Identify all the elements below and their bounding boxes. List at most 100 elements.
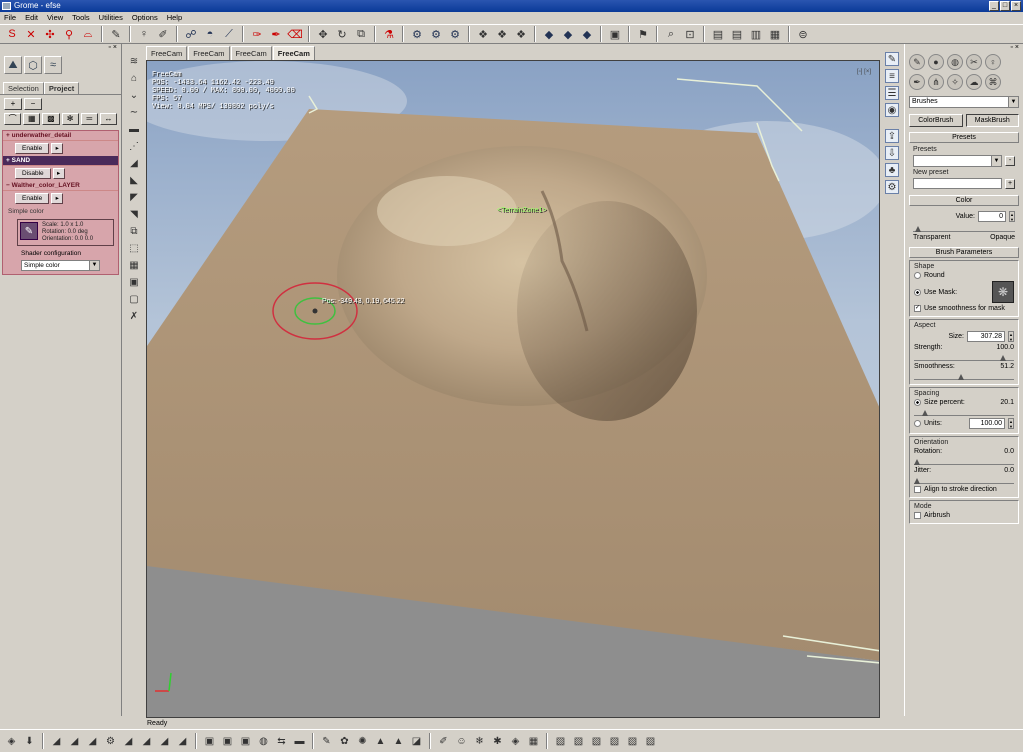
maximize-button[interactable]: □ xyxy=(1000,1,1010,11)
viewport-close-icon[interactable]: [×] xyxy=(864,69,871,75)
image-a-icon[interactable]: ▧ xyxy=(553,734,568,749)
3d-viewport[interactable]: FreeCam POS: -1433.64 1162.42 -223.49 SP… xyxy=(146,60,880,718)
smudge-icon[interactable]: ☁ xyxy=(966,74,982,90)
tab-freecam-1[interactable]: FreeCam xyxy=(146,46,188,60)
paint-a-icon[interactable]: ✎ xyxy=(319,734,334,749)
menu-options[interactable]: Options xyxy=(132,12,158,24)
import-icon[interactable]: ⇩ xyxy=(885,146,899,160)
raise-terrain-icon[interactable]: ⌂ xyxy=(127,71,141,85)
doc-c-icon[interactable]: ▥ xyxy=(748,26,764,42)
object-a-icon[interactable]: ✐ xyxy=(436,734,451,749)
flatten-terrain-icon[interactable]: ▬ xyxy=(127,122,141,136)
layer-header-sand[interactable]: + SAND xyxy=(3,156,118,166)
group-b-icon[interactable]: ❖ xyxy=(494,26,510,42)
stack-icon[interactable]: ☰ xyxy=(885,86,899,100)
pick-tool-icon[interactable]: ⚲ xyxy=(61,26,77,42)
layer-filter-a-icon[interactable]: ⌒ xyxy=(4,113,22,125)
rotation-slider[interactable] xyxy=(914,457,1014,465)
remove-preset-button[interactable]: - xyxy=(1005,156,1015,166)
terrain-g-icon[interactable]: ◢ xyxy=(157,734,172,749)
layer-options-icon[interactable]: ▸ xyxy=(51,143,64,154)
units-spinner[interactable]: ▲ ▼ xyxy=(1008,418,1014,429)
stamp-icon[interactable]: ⌘ xyxy=(985,74,1001,90)
menu-edit[interactable]: Edit xyxy=(25,12,38,24)
terrain-tool-icon[interactable]: ⛰ xyxy=(4,56,22,74)
doc-b-icon[interactable]: ▤ xyxy=(729,26,745,42)
grid-icon[interactable]: ▦ xyxy=(127,258,141,272)
panel-close-icon[interactable]: × xyxy=(113,44,117,52)
layer-header-color[interactable]: − Walther_color_LAYER xyxy=(3,181,118,191)
layer-b-icon[interactable]: ◆ xyxy=(560,26,576,42)
clone-terrain-icon[interactable]: ⧉ xyxy=(127,224,141,238)
layer-filter-e-icon[interactable]: ═ xyxy=(80,113,98,125)
brush-material-icon[interactable]: ✎ xyxy=(20,222,38,240)
view-icon[interactable]: ▣ xyxy=(127,275,141,289)
size-percent-radio[interactable] xyxy=(914,399,921,406)
mode-select[interactable]: Brushes ▼ xyxy=(909,96,1019,108)
slope-terrain-icon[interactable]: ◣ xyxy=(127,173,141,187)
light-icon[interactable]: ♀ xyxy=(136,26,152,42)
object-tool-icon[interactable]: ⬡ xyxy=(24,56,42,74)
remove-layer-button[interactable]: − xyxy=(24,98,42,110)
size-input[interactable]: 307.28 xyxy=(967,331,1005,342)
doc-a-icon[interactable]: ▤ xyxy=(710,26,726,42)
brush-alt-icon[interactable]: ✒ xyxy=(268,26,284,42)
tab-project[interactable]: Project xyxy=(43,82,80,94)
globe-icon[interactable]: ◉ xyxy=(885,103,899,117)
menu-utilities[interactable]: Utilities xyxy=(99,12,123,24)
smoothness-mask-checkbox[interactable]: ✓ xyxy=(914,305,921,312)
smoothness-slider[interactable] xyxy=(914,372,1014,380)
tab-selection[interactable]: Selection xyxy=(3,82,44,94)
layer-filter-f-icon[interactable]: ↔ xyxy=(99,113,118,125)
erode-terrain-icon[interactable]: ◢ xyxy=(127,156,141,170)
view-c-icon[interactable]: ▣ xyxy=(238,734,253,749)
scale-icon[interactable]: ⧉ xyxy=(353,26,369,42)
flag-icon[interactable]: ⚑ xyxy=(635,26,651,42)
wand-icon[interactable]: ✧ xyxy=(947,74,963,90)
zoom-icon[interactable]: ⌕ xyxy=(663,26,679,42)
brush-icon[interactable]: ✑ xyxy=(249,26,265,42)
view-b-icon[interactable]: ▣ xyxy=(220,734,235,749)
terrain-e-icon[interactable]: ◢ xyxy=(121,734,136,749)
image-b-icon[interactable]: ▧ xyxy=(571,734,586,749)
tab-freecam-4[interactable]: FreeCam xyxy=(272,46,315,60)
dome-icon[interactable]: ◓ xyxy=(202,26,218,42)
enable-button[interactable]: Enable xyxy=(15,193,50,204)
paint-f-icon[interactable]: ◪ xyxy=(409,734,424,749)
panel-pin-icon[interactable]: ▫ xyxy=(108,44,110,52)
zoom-region-icon[interactable]: ⊡ xyxy=(682,26,698,42)
tools-icon[interactable]: ✂ xyxy=(966,54,982,70)
doc-d-icon[interactable]: ▦ xyxy=(767,26,783,42)
mask-brush-button[interactable]: MaskBrush xyxy=(965,114,1019,127)
paint-c-icon[interactable]: ✺ xyxy=(355,734,370,749)
disable-button[interactable]: Disable xyxy=(15,168,51,179)
object-b-icon[interactable]: ☺ xyxy=(454,734,469,749)
airbrush-checkbox[interactable] xyxy=(914,512,921,519)
round-radio[interactable] xyxy=(914,272,921,279)
new-preset-input[interactable] xyxy=(913,178,1002,189)
image-c-icon[interactable]: ▧ xyxy=(589,734,604,749)
eyedropper-icon[interactable]: ⚗ xyxy=(381,26,397,42)
enable-button[interactable]: Enable xyxy=(15,143,50,154)
paint-b-icon[interactable]: ✿ xyxy=(337,734,352,749)
shader-select[interactable]: Simple color ▼ xyxy=(21,260,100,271)
light-bulb-icon[interactable]: ♀ xyxy=(985,54,1001,70)
object-f-icon[interactable]: ▦ xyxy=(526,734,541,749)
paint-icon[interactable]: ✐ xyxy=(155,26,171,42)
layer-filter-c-icon[interactable]: ▩ xyxy=(42,113,60,125)
layer-header-underwater[interactable]: + underwather_detail xyxy=(3,131,118,141)
menu-help[interactable]: Help xyxy=(167,12,182,24)
brush-params-header[interactable]: Brush Parameters xyxy=(909,247,1019,258)
layer-options-icon[interactable]: ▸ xyxy=(52,168,65,179)
use-mask-radio[interactable] xyxy=(914,288,921,296)
units-radio[interactable] xyxy=(914,420,921,427)
presets-select[interactable]: ▼ xyxy=(913,155,1002,167)
camera-icon[interactable]: ▣ xyxy=(607,26,623,42)
stamp-terrain-icon[interactable]: ◥ xyxy=(127,207,141,221)
minimize-button[interactable]: _ xyxy=(989,1,999,11)
object-c-icon[interactable]: ❄ xyxy=(472,734,487,749)
menu-tools[interactable]: Tools xyxy=(72,12,90,24)
layer-down-icon[interactable]: ⬇ xyxy=(22,734,37,749)
terrain-c-icon[interactable]: ◢ xyxy=(85,734,100,749)
object-b-icon[interactable]: ⚙ xyxy=(428,26,444,42)
